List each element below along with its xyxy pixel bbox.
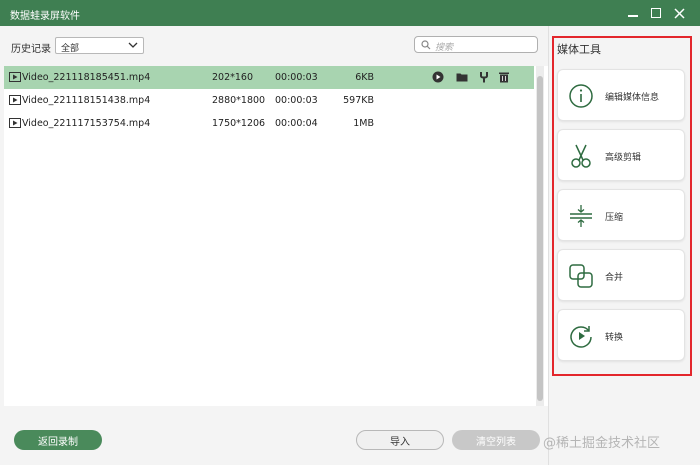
app-window: 数据蛙录屏软件 历史记录 全部 搜索 Video_221118185451.mp… bbox=[0, 0, 700, 465]
file-duration: 00:00:03 bbox=[275, 72, 318, 83]
file-resolution: 2880*1800 bbox=[212, 95, 266, 106]
close-button[interactable] bbox=[670, 4, 688, 22]
tool-convert[interactable]: 转换 bbox=[557, 309, 685, 361]
file-name: Video_221118185451.mp4 bbox=[22, 72, 151, 83]
import-button[interactable]: 导入 bbox=[356, 430, 444, 450]
clear-list-button[interactable]: 清空列表 bbox=[452, 430, 540, 450]
maximize-button[interactable] bbox=[647, 4, 665, 22]
maximize-icon bbox=[651, 8, 661, 18]
row-actions bbox=[432, 71, 512, 84]
history-filter-select[interactable]: 全部 bbox=[55, 37, 144, 54]
tool-label: 压缩 bbox=[605, 213, 624, 223]
file-size: 597KB bbox=[343, 95, 374, 106]
trash-icon[interactable] bbox=[498, 71, 510, 83]
back-to-record-button[interactable]: 返回录制 bbox=[14, 430, 102, 450]
merge-icon bbox=[569, 264, 593, 288]
file-name: Video_221118151438.mp4 bbox=[22, 95, 151, 106]
list-scrollbar[interactable] bbox=[536, 66, 544, 406]
compress-icon bbox=[570, 205, 592, 227]
media-tools-title: 媒体工具 bbox=[557, 43, 601, 56]
history-toolbar: 历史记录 全部 搜索 bbox=[0, 26, 548, 66]
file-resolution: 202*160 bbox=[212, 72, 254, 83]
list-item[interactable]: Video_221118151438.mp4 2880*1800 00:00:0… bbox=[4, 89, 534, 112]
scrollbar-thumb[interactable] bbox=[537, 76, 543, 401]
file-list: Video_221118185451.mp4 202*160 00:00:03 … bbox=[4, 66, 548, 406]
tool-advanced-clip[interactable]: 高级剪辑 bbox=[557, 129, 685, 181]
file-name: Video_221117153754.mp4 bbox=[22, 118, 151, 129]
convert-icon bbox=[570, 326, 592, 348]
tool-label: 合并 bbox=[605, 273, 624, 283]
close-icon bbox=[673, 7, 685, 19]
edit-tool-icon[interactable] bbox=[478, 71, 490, 83]
search-icon bbox=[421, 40, 431, 50]
tool-label: 转换 bbox=[605, 333, 624, 343]
tool-label: 高级剪辑 bbox=[605, 153, 642, 163]
file-duration: 00:00:04 bbox=[275, 118, 318, 129]
scissors-icon bbox=[571, 144, 591, 168]
tool-compress[interactable]: 压缩 bbox=[557, 189, 685, 241]
file-duration: 00:00:03 bbox=[275, 95, 318, 106]
info-icon bbox=[569, 84, 593, 108]
video-file-icon bbox=[9, 72, 21, 82]
search-input[interactable]: 搜索 bbox=[414, 36, 538, 53]
folder-icon[interactable] bbox=[456, 71, 468, 83]
chevron-down-icon bbox=[128, 42, 138, 48]
list-item[interactable]: Video_221117153754.mp4 1750*1206 00:00:0… bbox=[4, 112, 534, 135]
history-label: 历史记录 bbox=[11, 44, 51, 55]
window-title: 数据蛙录屏软件 bbox=[10, 11, 80, 22]
watermark: @稀土掘金技术社区 bbox=[543, 436, 661, 451]
file-resolution: 1750*1206 bbox=[212, 118, 266, 129]
tool-label: 编辑媒体信息 bbox=[605, 93, 660, 103]
minimize-icon bbox=[628, 15, 638, 17]
list-item[interactable]: Video_221118185451.mp4 202*160 00:00:03 … bbox=[4, 66, 534, 89]
video-file-icon bbox=[9, 95, 21, 105]
play-icon[interactable] bbox=[432, 71, 444, 83]
history-filter-value: 全部 bbox=[61, 44, 80, 54]
video-file-icon bbox=[9, 118, 21, 128]
title-bar: 数据蛙录屏软件 bbox=[0, 0, 700, 26]
search-placeholder: 搜索 bbox=[435, 43, 454, 53]
tool-merge[interactable]: 合并 bbox=[557, 249, 685, 301]
file-size: 1MB bbox=[353, 118, 374, 129]
file-size: 6KB bbox=[355, 72, 374, 83]
minimize-button[interactable] bbox=[624, 4, 642, 22]
tool-edit-media-info[interactable]: 编辑媒体信息 bbox=[557, 69, 685, 121]
